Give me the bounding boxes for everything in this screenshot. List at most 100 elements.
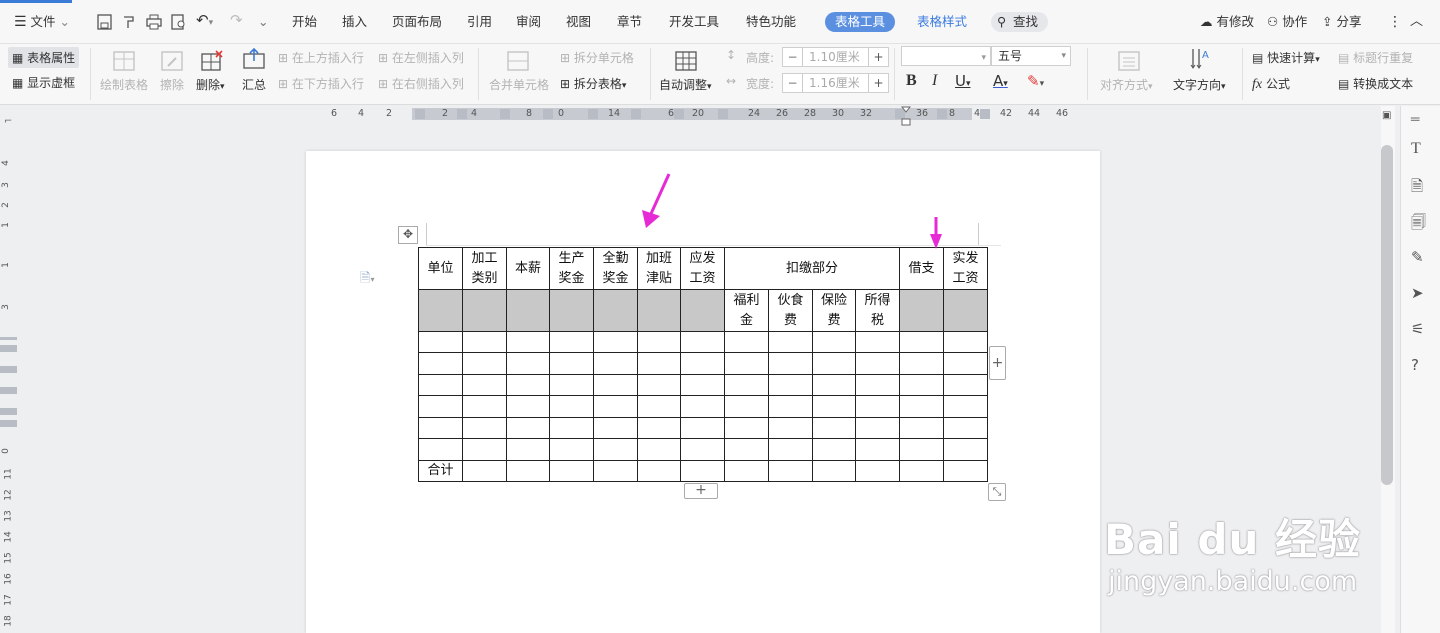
table-cell[interactable] [462, 352, 507, 375]
table-move-handle-icon[interactable]: ✥ [398, 226, 418, 244]
table-cell[interactable] [943, 352, 988, 375]
auto-adjust-button[interactable]: 自动调整▾ [659, 76, 712, 93]
modified-button[interactable]: ☁ 有修改 [1200, 12, 1254, 32]
row-marker[interactable] [0, 420, 17, 427]
tab-table-style[interactable]: 表格样式 [917, 12, 967, 32]
undo-icon[interactable]: ↶▾ [196, 10, 213, 30]
table-cell[interactable] [593, 352, 638, 375]
help-icon[interactable]: ? [1411, 356, 1431, 376]
table-cell[interactable] [549, 352, 594, 375]
font-family-select[interactable]: ▾ [901, 46, 991, 66]
minus-icon[interactable]: − [783, 48, 803, 66]
tab-view[interactable]: 视图 [566, 12, 591, 32]
table-cell[interactable] [462, 374, 507, 396]
header-cell[interactable]: 加工类别 [462, 247, 507, 290]
collapse-ribbon-icon[interactable]: ︿ [1410, 12, 1423, 32]
file-menu[interactable]: ☰ 文件 ⌄ [14, 12, 70, 32]
column-marker[interactable] [980, 109, 990, 119]
table-cell[interactable] [680, 374, 725, 396]
horizontal-ruler[interactable]: 6 4 2 2 4 8 0 14 6 20 24 26 28 30 32 36 … [0, 106, 1400, 126]
print-preview-icon[interactable] [170, 13, 188, 31]
format-painter-icon[interactable] [120, 13, 138, 31]
salary-table[interactable]: 单位 加工类别 本薪 生产奖金 全勤奖金 加班津贴 应发工资 扣缴部分 借支 实… [418, 247, 988, 482]
table-cell[interactable] [506, 438, 550, 461]
document-icon[interactable]: 🗎▾ [360, 269, 374, 291]
delete-button[interactable]: 删除▾ [196, 76, 225, 93]
table-cell[interactable] [593, 395, 638, 418]
summary-button[interactable]: 汇总 [242, 76, 266, 93]
table-cell[interactable] [899, 374, 944, 396]
repeat-header-button[interactable]: ▤ 标题行重复 [1338, 49, 1413, 66]
table-cell[interactable] [724, 331, 769, 353]
table-cell[interactable] [768, 460, 813, 482]
table-cell[interactable] [724, 352, 769, 375]
table-cell[interactable] [506, 417, 550, 439]
table-cell[interactable] [593, 460, 638, 482]
width-input[interactable]: −1.16厘米 + [782, 73, 889, 93]
vertical-scrollbar-thumb[interactable] [1381, 145, 1393, 485]
document-tool-icon[interactable]: 🗎 [1411, 176, 1431, 196]
table-cell[interactable] [768, 438, 813, 461]
collaborate-button[interactable]: ⚇ 协作 [1267, 12, 1307, 32]
subheader-cell[interactable]: 保险费 [812, 289, 856, 332]
table-cell[interactable] [680, 352, 725, 375]
plus-icon[interactable]: + [868, 74, 888, 92]
table-cell[interactable] [418, 438, 463, 461]
header-cell[interactable]: 加班津贴 [637, 247, 681, 290]
table-cell[interactable] [418, 331, 463, 353]
table-cell[interactable] [768, 331, 813, 353]
header-cell[interactable]: 单位 [418, 247, 463, 290]
split-table-button[interactable]: ⊞ 拆分表格▾ [560, 75, 626, 92]
table-cell[interactable] [899, 352, 944, 375]
table-properties-button[interactable]: ▦ 表格属性 [8, 47, 80, 68]
doc-settings-icon[interactable]: 🗐 [1411, 212, 1431, 232]
column-marker[interactable] [543, 109, 553, 119]
table-cell[interactable] [680, 438, 725, 461]
table-cell[interactable] [724, 460, 769, 482]
row-marker[interactable] [0, 345, 17, 352]
table-cell[interactable] [637, 289, 681, 332]
tab-references[interactable]: 引用 [467, 12, 492, 32]
insert-col-right-button[interactable]: ⊞ 在右侧插入列 [378, 75, 464, 92]
row-marker[interactable] [0, 337, 17, 340]
table-cell[interactable] [462, 395, 507, 418]
table-cell[interactable] [724, 395, 769, 418]
table-cell[interactable] [812, 374, 856, 396]
table-cell[interactable] [593, 438, 638, 461]
tab-developer[interactable]: 开发工具 [669, 12, 719, 32]
table-cell[interactable] [462, 331, 507, 353]
table-cell[interactable] [680, 289, 725, 332]
insert-row-above-button[interactable]: ⊞ 在上方插入行 [278, 49, 364, 66]
table-cell[interactable] [768, 374, 813, 396]
insert-col-left-button[interactable]: ⊞ 在左侧插入列 [378, 49, 464, 66]
table-cell[interactable] [418, 374, 463, 396]
table-cell[interactable] [812, 438, 856, 461]
tab-review[interactable]: 审阅 [516, 12, 541, 32]
table-cell[interactable] [724, 374, 769, 396]
redo-icon[interactable]: ↷ [230, 10, 243, 30]
formula-button[interactable]: fx 公式 [1252, 75, 1290, 93]
plus-icon[interactable]: + [868, 48, 888, 66]
text-direction-button[interactable]: 文字方向▾ [1173, 76, 1226, 93]
add-row-button[interactable]: + [684, 483, 718, 499]
table-cell[interactable] [462, 438, 507, 461]
row-marker[interactable] [0, 366, 17, 373]
table-cell[interactable] [549, 374, 594, 396]
column-marker[interactable] [588, 109, 598, 119]
table-cell[interactable] [593, 289, 638, 332]
table-cell[interactable] [418, 395, 463, 418]
table-cell[interactable] [506, 460, 550, 482]
table-cell[interactable] [549, 438, 594, 461]
tab-insert[interactable]: 插入 [342, 12, 367, 32]
table-cell[interactable] [899, 331, 944, 353]
table-cell[interactable] [943, 374, 988, 396]
pen-icon[interactable]: ✎ [1411, 248, 1431, 268]
show-grid-button[interactable]: ▦ 显示虚框 [12, 74, 75, 91]
add-column-button[interactable]: + [989, 346, 1006, 380]
vertical-ruler[interactable]: 4 3 2 1 1 3 0 11 12 13 14 15 16 17 18 [0, 124, 17, 633]
table-cell[interactable] [418, 417, 463, 439]
table-cell[interactable] [855, 331, 900, 353]
table-cell[interactable] [506, 331, 550, 353]
column-marker[interactable] [415, 109, 425, 119]
height-input[interactable]: −1.10厘米 + [782, 47, 889, 67]
